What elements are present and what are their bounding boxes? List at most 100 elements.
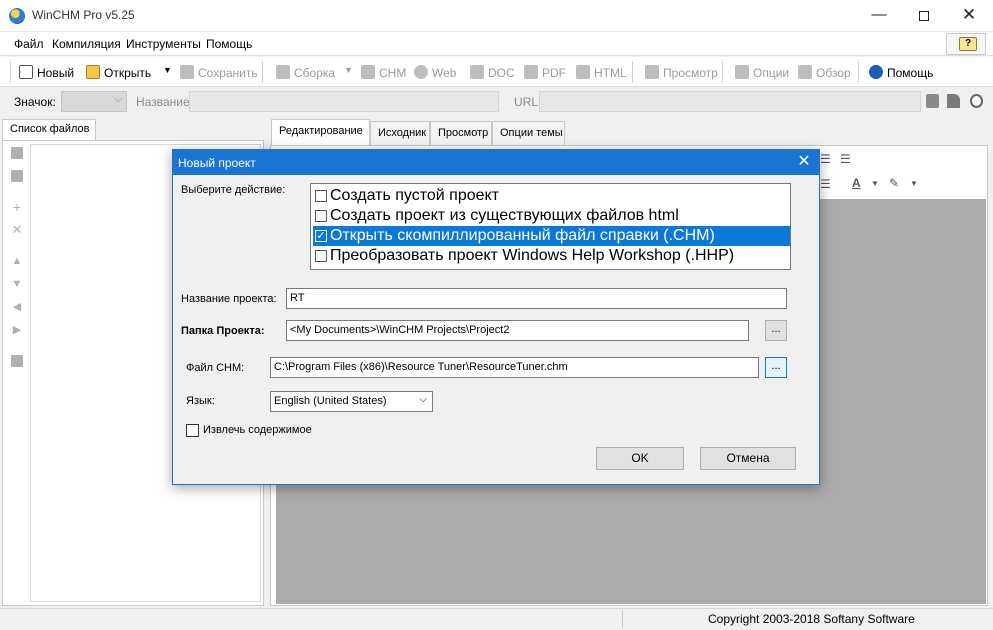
page-icon[interactable] xyxy=(926,94,939,108)
menu-compile[interactable]: Компиляция xyxy=(52,37,121,51)
tree-expand-icon[interactable] xyxy=(11,147,23,159)
preview-button-label: Просмотр xyxy=(663,66,718,80)
dialog-close-button[interactable]: ✕ xyxy=(793,152,815,172)
options-button[interactable]: Опции xyxy=(735,65,789,80)
build-button[interactable]: Сборка xyxy=(276,65,335,80)
import-icon[interactable] xyxy=(11,355,23,367)
menu-tools[interactable]: Инструменты xyxy=(126,37,201,51)
chevron-down-icon: ⌵ xyxy=(419,394,427,405)
context-help-button[interactable]: ? xyxy=(946,33,986,55)
tree-collapse-icon[interactable] xyxy=(11,170,23,182)
open-dropdown-arrow[interactable]: ▼ xyxy=(163,65,172,75)
menu-file[interactable]: Файл xyxy=(14,37,44,51)
project-name-input[interactable]: RT xyxy=(286,288,787,309)
help-button[interactable]: Помощь xyxy=(869,65,933,80)
save-button[interactable]: Сохранить xyxy=(180,65,258,80)
move-right-icon[interactable]: ▶ xyxy=(11,324,23,336)
move-up-icon[interactable]: ▲ xyxy=(11,255,23,267)
move-down-icon[interactable]: ▼ xyxy=(11,278,23,290)
preview-icon xyxy=(645,65,659,79)
action-open-chm[interactable]: ✓ Открыть скомпиллированный файл справки … xyxy=(313,226,790,246)
options-button-label: Опции xyxy=(753,66,790,80)
tab-file-list[interactable]: Список файлов xyxy=(2,119,96,141)
font-color-dropdown-arrow[interactable]: ▼ xyxy=(871,179,879,188)
highlight-dropdown-arrow[interactable]: ▼ xyxy=(910,179,918,188)
chm-button[interactable]: CHM xyxy=(361,65,406,80)
tab-preview[interactable]: Просмотр xyxy=(430,121,492,145)
html-button[interactable]: HTML xyxy=(576,65,627,80)
build-icon xyxy=(276,65,290,79)
action-create-from-html[interactable]: Создать проект из существующих файлов ht… xyxy=(313,206,790,226)
action-item-label: Создать проект из существующих файлов ht… xyxy=(330,207,679,224)
chm-file-input[interactable]: C:\Program Files (x86)\Resource Tuner\Re… xyxy=(270,357,759,378)
project-folder-browse-button[interactable]: ... xyxy=(765,320,787,341)
language-select[interactable]: English (United States) ⌵ xyxy=(270,391,433,412)
chm-file-browse-button[interactable]: ... xyxy=(765,357,787,378)
new-button[interactable]: Новый xyxy=(19,65,74,80)
list-icon[interactable]: ☰ xyxy=(820,177,831,191)
save-icon xyxy=(180,65,194,79)
icon-combo[interactable]: ⌵ xyxy=(61,91,127,112)
folder-open-icon xyxy=(86,65,100,79)
save-button-label: Сохранить xyxy=(198,66,258,80)
extract-contents-checkbox[interactable] xyxy=(186,424,199,437)
action-create-empty[interactable]: Создать пустой проект xyxy=(313,186,790,206)
help-book-icon: ? xyxy=(959,37,977,51)
action-checkbox-checked: ✓ xyxy=(315,230,327,242)
ok-button[interactable]: OK xyxy=(596,447,684,470)
doc-button-label: DOC xyxy=(488,66,515,80)
indent-icon[interactable]: ☰ xyxy=(840,152,851,166)
topic-url-input[interactable] xyxy=(539,91,921,112)
title-bar: WinCHM Pro v5.25 — ✕ xyxy=(0,0,993,32)
minimize-button[interactable]: — xyxy=(856,0,902,32)
build-dropdown-arrow[interactable]: ▼ xyxy=(344,65,353,75)
action-item-label: Открыть скомпиллированный файл справки (… xyxy=(330,227,715,244)
new-project-dialog: Новый проект ✕ Выберите действие: Создат… xyxy=(172,149,820,485)
topic-name-input[interactable] xyxy=(189,91,499,112)
tab-edit[interactable]: Редактирование xyxy=(271,119,370,146)
toolbar-separator xyxy=(858,61,859,83)
build-button-label: Сборка xyxy=(294,66,336,80)
pdf-button[interactable]: PDF xyxy=(524,65,566,80)
cancel-button[interactable]: Отмена xyxy=(700,447,796,470)
new-document-icon xyxy=(19,65,33,79)
action-label: Выберите действие: xyxy=(181,184,286,196)
browse-button[interactable]: Обзор xyxy=(798,65,851,80)
action-checkbox xyxy=(315,250,327,262)
font-color-icon[interactable]: A xyxy=(852,176,861,190)
open-button[interactable]: Открыть xyxy=(86,65,151,80)
web-button-label: Web xyxy=(432,66,457,80)
icon-label: Значок: xyxy=(14,95,56,109)
chm-button-label: CHM xyxy=(379,66,407,80)
tab-source[interactable]: Исходник xyxy=(370,121,430,145)
clear-icon[interactable] xyxy=(970,94,983,108)
flag-icon[interactable] xyxy=(947,94,960,108)
name-label: Название: xyxy=(136,95,193,109)
language-label: Язык: xyxy=(186,395,215,407)
chm-file-label: Файл CHM: xyxy=(186,362,245,374)
chm-icon xyxy=(361,65,375,79)
action-convert-hhp[interactable]: Преобразовать проект Windows Help Worksh… xyxy=(313,246,790,266)
extract-contents-label[interactable]: Извлечь содержимое xyxy=(203,424,312,436)
web-globe-icon xyxy=(414,65,428,79)
help-button-label: Помощь xyxy=(887,66,934,80)
tab-topic-options[interactable]: Опции темы xyxy=(492,121,565,145)
maximize-button[interactable] xyxy=(901,0,947,32)
web-button[interactable]: Web xyxy=(414,65,456,80)
move-left-icon[interactable]: ◀ xyxy=(11,301,23,313)
add-icon[interactable]: + xyxy=(11,200,23,214)
project-folder-input[interactable]: <My Documents>\WinCHM Projects\Project2 xyxy=(286,320,749,341)
window-title: WinCHM Pro v5.25 xyxy=(32,8,135,22)
browse-button-label: Обзор xyxy=(816,66,851,80)
preview-button[interactable]: Просмотр xyxy=(645,65,718,80)
action-checkbox xyxy=(315,210,327,222)
delete-icon[interactable]: ✕ xyxy=(11,223,23,236)
highlight-icon[interactable]: ✎ xyxy=(889,176,899,190)
menu-help[interactable]: Помощь xyxy=(206,37,252,51)
maximize-icon xyxy=(919,11,929,21)
close-window-button[interactable]: ✕ xyxy=(946,0,992,32)
project-name-label: Название проекта: xyxy=(181,293,277,305)
action-checkbox xyxy=(315,190,327,202)
doc-button[interactable]: DOC xyxy=(470,65,515,80)
outdent-icon[interactable]: ☰ xyxy=(820,152,831,166)
